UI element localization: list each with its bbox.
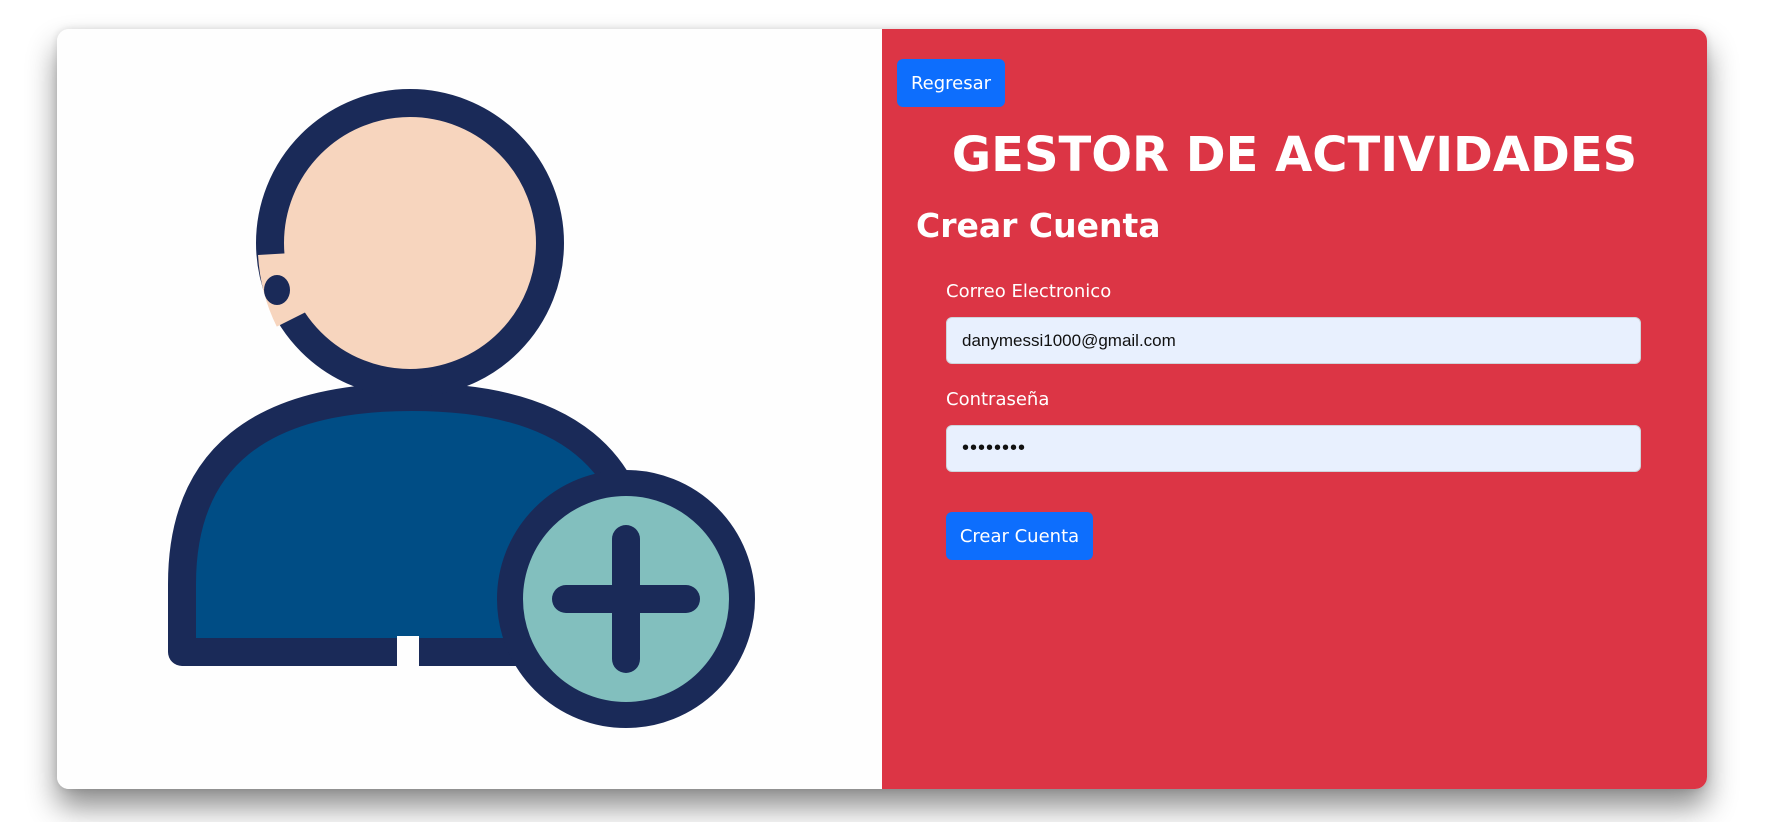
- app-title: GESTOR DE ACTIVIDADES: [951, 127, 1638, 183]
- signup-card: Regresar GESTOR DE ACTIVIDADES Crear Cue…: [57, 29, 1707, 789]
- password-field[interactable]: [946, 425, 1641, 472]
- email-field[interactable]: [946, 317, 1641, 364]
- signup-panel: Regresar GESTOR DE ACTIVIDADES Crear Cue…: [882, 29, 1707, 789]
- illustration-panel: [57, 29, 882, 789]
- add-user-icon: [168, 89, 755, 728]
- email-label: Correo Electronico: [946, 281, 1112, 302]
- create-account-button[interactable]: Crear Cuenta: [946, 512, 1093, 560]
- user-head-shape: [256, 89, 564, 397]
- form-title: Crear Cuenta: [916, 206, 1161, 245]
- password-label: Contraseña: [946, 389, 1050, 410]
- back-button[interactable]: Regresar: [897, 59, 1005, 107]
